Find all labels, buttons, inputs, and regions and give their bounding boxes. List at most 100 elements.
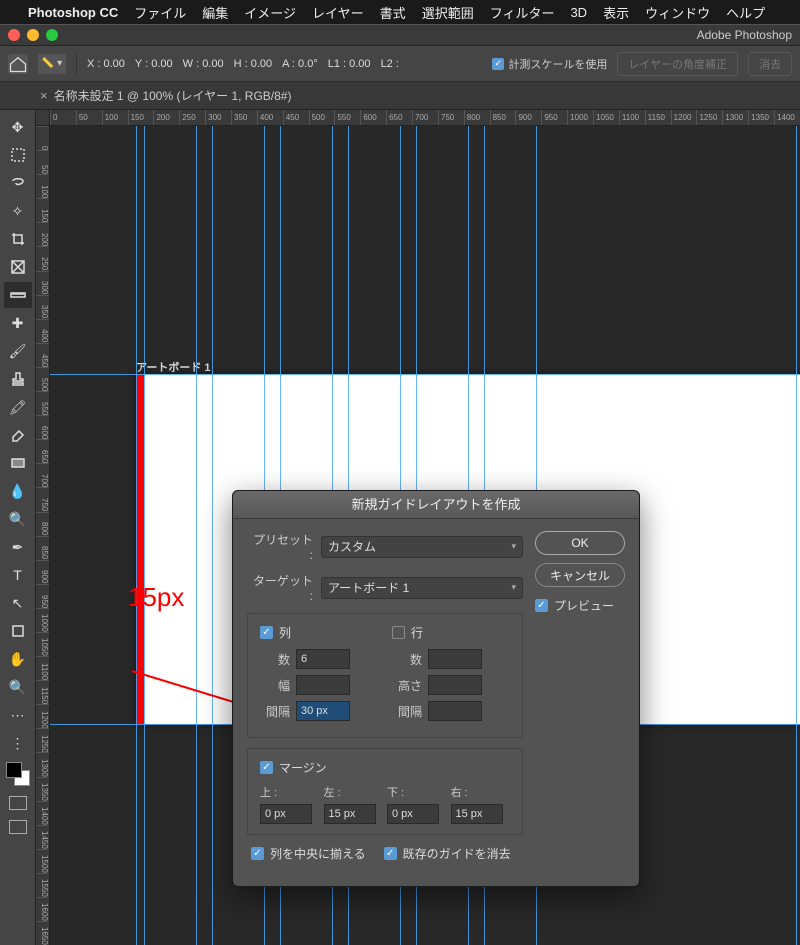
pen-tool-icon[interactable]: ✒: [4, 534, 32, 560]
preview-checkbox[interactable]: ✓プレビュー: [535, 597, 625, 614]
guide-v[interactable]: [796, 126, 797, 945]
cancel-button[interactable]: キャンセル: [535, 563, 625, 587]
type-tool-icon[interactable]: T: [4, 562, 32, 588]
minimize-icon[interactable]: [27, 29, 39, 41]
menu-file[interactable]: ファイル: [134, 3, 186, 22]
menu-view[interactable]: 表示: [603, 3, 629, 22]
frame-tool-icon[interactable]: [4, 254, 32, 280]
guide-h[interactable]: [50, 374, 800, 375]
row-count-label: 数: [392, 651, 422, 668]
gradient-tool-icon[interactable]: [4, 450, 32, 476]
menu-3d[interactable]: 3D: [570, 5, 587, 20]
menu-layer[interactable]: レイヤー: [312, 3, 364, 22]
artboard-label[interactable]: アートボード 1: [136, 359, 211, 375]
rectangle-tool-icon[interactable]: [4, 618, 32, 644]
margin-left-input[interactable]: 15 px: [324, 804, 376, 824]
options-bar: 📏 ▾ X : 0.00 Y : 0.00 W : 0.00 H : 0.00 …: [0, 46, 800, 82]
margin-right-label: 右 :: [451, 784, 511, 800]
row-gutter-label: 間隔: [392, 703, 422, 720]
clear-guides-checkbox[interactable]: ✓既存のガイドを消去: [384, 845, 511, 862]
edit-toolbar-icon[interactable]: ⋮: [4, 730, 32, 756]
window-title: Adobe Photoshop: [697, 28, 792, 42]
margin-checkbox[interactable]: ✓マージン: [260, 759, 510, 776]
col-count-input[interactable]: 6: [296, 649, 350, 669]
ruler-corner[interactable]: [36, 110, 50, 126]
quickmask-icon[interactable]: [9, 796, 27, 810]
margin-bottom-input[interactable]: 0 px: [387, 804, 439, 824]
wand-tool-icon[interactable]: ✧: [4, 198, 32, 224]
ok-button[interactable]: OK: [535, 531, 625, 555]
dialog-title[interactable]: 新規ガイドレイアウトを作成: [233, 491, 639, 519]
opt-y: Y : 0.00: [135, 58, 173, 70]
preset-select[interactable]: カスタム▾: [321, 536, 523, 558]
history-brush-icon[interactable]: 🖍: [4, 394, 32, 420]
margin-bottom-label: 下 :: [387, 784, 447, 800]
menu-edit[interactable]: 編集: [202, 3, 228, 22]
guide-v[interactable]: [196, 126, 197, 945]
marquee-tool-icon[interactable]: [4, 142, 32, 168]
ruler-horizontal[interactable]: 0501001502002503003504004505005506006507…: [50, 110, 800, 126]
col-gutter-input[interactable]: 30 px: [296, 701, 350, 721]
row-height-input: [428, 675, 482, 695]
col-gutter-label: 間隔: [260, 703, 290, 720]
blur-tool-icon[interactable]: 💧: [4, 478, 32, 504]
app-name[interactable]: Photoshop CC: [28, 5, 118, 20]
row-height-label: 高さ: [392, 677, 422, 694]
margin-right-input[interactable]: 15 px: [451, 804, 503, 824]
margin-top-label: 上 :: [260, 784, 320, 800]
clear-button[interactable]: 消去: [748, 52, 792, 76]
opt-x: X : 0.00: [87, 58, 125, 70]
opt-h: H : 0.00: [234, 58, 273, 70]
guide-v[interactable]: [212, 126, 213, 945]
rows-checkbox[interactable]: 行: [392, 624, 510, 641]
opt-w: W : 0.00: [183, 58, 224, 70]
straighten-button[interactable]: レイヤーの角度補正: [617, 52, 738, 76]
chevron-down-icon: ▾: [511, 541, 516, 552]
lasso-tool-icon[interactable]: [4, 170, 32, 196]
menu-window[interactable]: ウィンドウ: [645, 3, 710, 22]
color-swatch[interactable]: [6, 762, 30, 786]
columns-checkbox[interactable]: ✓列: [260, 624, 378, 641]
hand-tool-icon[interactable]: ✋: [4, 646, 32, 672]
more-tools-icon[interactable]: ⋯: [4, 702, 32, 728]
tool-palette: ✥ ✧ ✚ 🖌 🖍 💧 🔍 ✒ T ↖ ✋ 🔍 ⋯ ⋮: [0, 110, 36, 945]
menu-image[interactable]: イメージ: [244, 3, 296, 22]
heal-tool-icon[interactable]: ✚: [4, 310, 32, 336]
tab-close-icon[interactable]: ×: [40, 88, 48, 103]
col-width-label: 幅: [260, 677, 290, 694]
brush-tool-icon[interactable]: 🖌: [4, 338, 32, 364]
zoom-tool-icon[interactable]: 🔍: [4, 674, 32, 700]
zoom-icon[interactable]: [46, 29, 58, 41]
guide-layout-dialog: 新規ガイドレイアウトを作成 プリセット : カスタム▾ ターゲット : アートボ…: [232, 490, 640, 887]
opt-l2: L2 :: [381, 58, 399, 70]
dodge-tool-icon[interactable]: 🔍: [4, 506, 32, 532]
stamp-tool-icon[interactable]: [4, 366, 32, 392]
menu-help[interactable]: ヘルプ: [726, 3, 765, 22]
crop-tool-icon[interactable]: [4, 226, 32, 252]
document-tab[interactable]: 名称未設定 1 @ 100% (レイヤー 1, RGB/8#): [54, 87, 292, 104]
menu-select[interactable]: 選択範囲: [422, 3, 474, 22]
path-select-icon[interactable]: ↖: [4, 590, 32, 616]
opt-a: A : 0.0°: [282, 58, 318, 70]
ruler-vertical[interactable]: 0501001502002503003504004505005506006507…: [36, 126, 50, 945]
window-titlebar: Adobe Photoshop: [0, 24, 800, 46]
center-columns-checkbox[interactable]: ✓列を中央に揃える: [251, 845, 366, 862]
menu-filter[interactable]: フィルター: [490, 3, 555, 22]
menu-type[interactable]: 書式: [380, 3, 406, 22]
ruler-tool-icon[interactable]: [4, 282, 32, 308]
close-icon[interactable]: [8, 29, 20, 41]
mac-menubar: Photoshop CC ファイル 編集 イメージ レイヤー 書式 選択範囲 フ…: [0, 0, 800, 24]
guide-v[interactable]: [144, 126, 145, 945]
opt-l1: L1 : 0.00: [328, 58, 371, 70]
ruler-tool-icon[interactable]: 📏 ▾: [38, 54, 66, 74]
chevron-down-icon: ▾: [511, 582, 516, 593]
col-width-input[interactable]: [296, 675, 350, 695]
screenmode-icon[interactable]: [9, 820, 27, 834]
scale-checkbox[interactable]: ✓計測スケールを使用: [492, 56, 607, 72]
target-select[interactable]: アートボード 1▾: [321, 577, 523, 599]
eraser-tool-icon[interactable]: [4, 422, 32, 448]
guide-v[interactable]: [136, 126, 137, 945]
home-icon[interactable]: [8, 54, 28, 74]
margin-top-input[interactable]: 0 px: [260, 804, 312, 824]
move-tool-icon[interactable]: ✥: [4, 114, 32, 140]
